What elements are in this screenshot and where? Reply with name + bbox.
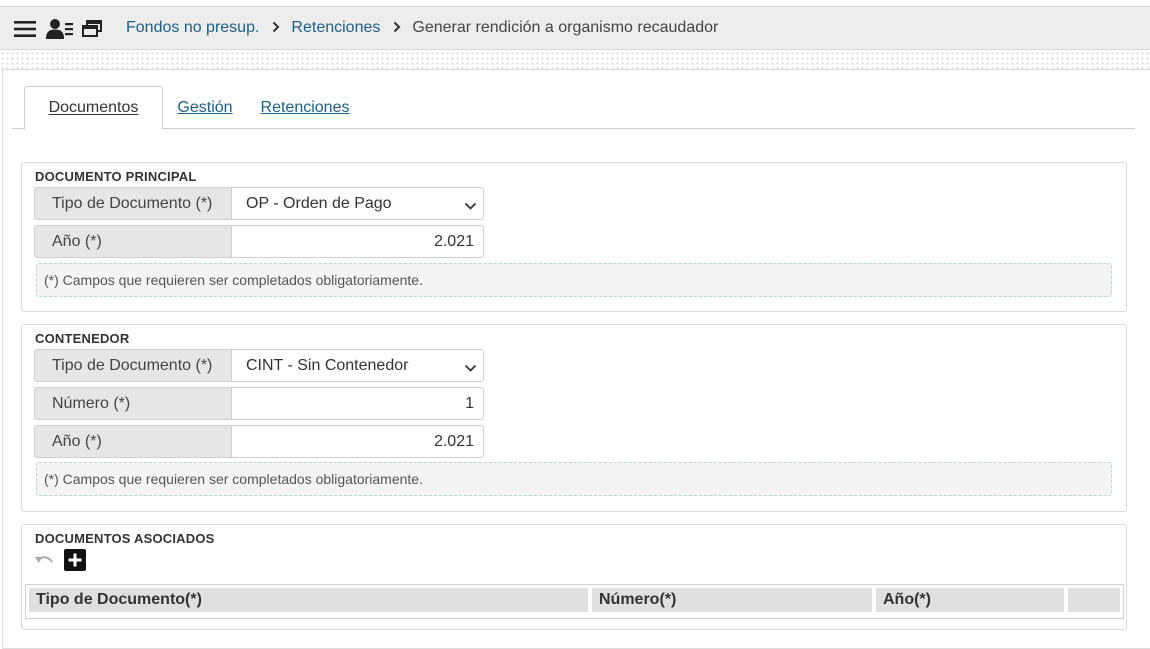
panel-title: CONTENEDOR <box>35 331 130 346</box>
documentos-asociados-panel: DOCUMENTOS ASOCIADOS Tipo de Documento(*… <box>21 524 1127 630</box>
tipo-documento-row: Tipo de Documento (*) OP - Orden de Pago <box>34 187 484 220</box>
tipo-documento-value: OP - Orden de Pago <box>246 194 392 212</box>
breadcrumb-item-retenciones[interactable]: Retenciones <box>291 19 380 37</box>
chevron-right-icon <box>272 20 280 36</box>
tipo-documento-label: Tipo de Documento (*) <box>34 187 232 220</box>
tab-retenciones-label: Retenciones <box>260 98 350 116</box>
contenedor-tipo-select[interactable]: CINT - Sin Contenedor <box>232 349 484 382</box>
decorative-strip <box>0 51 1150 69</box>
contenedor-tipo-label: Tipo de Documento (*) <box>34 349 232 382</box>
tab-bar: Documentos Gestión Retenciones <box>12 86 1135 130</box>
contenedor-numero-input[interactable]: 1 <box>232 387 484 420</box>
column-header-actions <box>1068 588 1120 612</box>
contenedor-tipo-row: Tipo de Documento (*) CINT - Sin Contene… <box>34 349 484 382</box>
contenedor-panel: CONTENEDOR Tipo de Documento (*) CINT - … <box>21 324 1127 512</box>
required-fields-note: (*) Campos que requieren ser completados… <box>36 462 1112 496</box>
breadcrumb: Fondos no presup. Retenciones Generar re… <box>126 19 718 37</box>
contenedor-tipo-value: CINT - Sin Contenedor <box>246 356 409 374</box>
tab-retenciones[interactable]: Retenciones <box>258 86 352 129</box>
contenedor-numero-label: Número (*) <box>34 387 232 420</box>
contenedor-anio-row: Año (*) 2.021 <box>34 425 484 458</box>
breadcrumb-item-fondos[interactable]: Fondos no presup. <box>126 19 259 37</box>
tab-gestion-label: Gestión <box>177 98 233 116</box>
anio-row: Año (*) 2.021 <box>34 225 484 258</box>
column-header-numero[interactable]: Número(*) <box>592 588 872 612</box>
panel-title: DOCUMENTO PRINCIPAL <box>35 169 197 184</box>
tab-documentos[interactable]: Documentos <box>24 86 163 130</box>
breadcrumb-current: Generar rendición a organismo recaudador <box>412 19 719 36</box>
panel-title: DOCUMENTOS ASOCIADOS <box>35 531 215 546</box>
tab-documentos-label: Documentos <box>48 99 139 116</box>
column-header-tipo[interactable]: Tipo de Documento(*) <box>29 588 588 612</box>
documentos-asociados-table: Tipo de Documento(*) Número(*) Año(*) <box>25 584 1124 619</box>
undo-icon[interactable] <box>34 554 54 572</box>
contenedor-numero-row: Número (*) 1 <box>34 387 484 420</box>
contenedor-anio-input[interactable]: 2.021 <box>232 425 484 458</box>
add-icon[interactable] <box>64 549 86 575</box>
chevron-down-icon <box>464 360 477 378</box>
column-header-anio[interactable]: Año(*) <box>876 588 1064 612</box>
contenedor-anio-label: Año (*) <box>34 425 232 458</box>
documento-principal-panel: DOCUMENTO PRINCIPAL Tipo de Documento (*… <box>21 162 1127 312</box>
chevron-right-icon <box>393 20 401 36</box>
required-fields-note: (*) Campos que requieren ser completados… <box>36 263 1112 297</box>
tipo-documento-select[interactable]: OP - Orden de Pago <box>232 187 484 220</box>
tab-gestion[interactable]: Gestión <box>170 86 240 129</box>
anio-label: Año (*) <box>34 225 232 258</box>
chevron-down-icon <box>464 198 477 216</box>
hamburger-menu-icon[interactable] <box>13 16 37 42</box>
top-bar: Fondos no presup. Retenciones Generar re… <box>0 6 1150 50</box>
windows-icon[interactable] <box>80 16 104 42</box>
user-list-icon[interactable] <box>46 16 74 42</box>
anio-input[interactable]: 2.021 <box>232 225 484 258</box>
